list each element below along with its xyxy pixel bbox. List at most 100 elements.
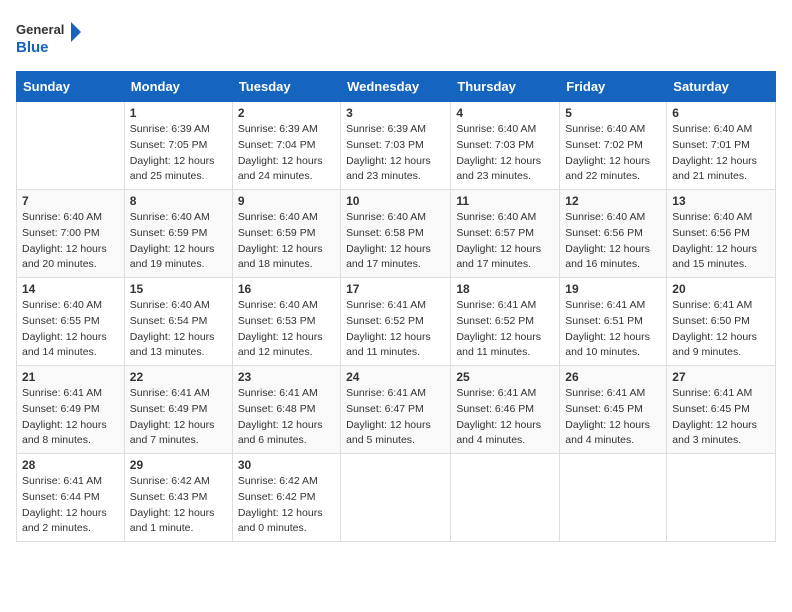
calendar-table: SundayMondayTuesdayWednesdayThursdayFrid… — [16, 71, 776, 542]
day-number: 11 — [456, 194, 554, 208]
day-detail: Sunrise: 6:41 AM Sunset: 6:45 PM Dayligh… — [565, 386, 661, 449]
day-detail: Sunrise: 6:40 AM Sunset: 7:00 PM Dayligh… — [22, 210, 119, 273]
day-number: 12 — [565, 194, 661, 208]
day-detail: Sunrise: 6:41 AM Sunset: 6:49 PM Dayligh… — [22, 386, 119, 449]
day-detail: Sunrise: 6:40 AM Sunset: 6:54 PM Dayligh… — [130, 298, 227, 361]
day-detail: Sunrise: 6:41 AM Sunset: 6:44 PM Dayligh… — [22, 474, 119, 537]
day-number: 19 — [565, 282, 661, 296]
day-detail: Sunrise: 6:41 AM Sunset: 6:48 PM Dayligh… — [238, 386, 335, 449]
logo-svg: General Blue — [16, 16, 86, 61]
day-number: 30 — [238, 458, 335, 472]
calendar-cell: 9 Sunrise: 6:40 AM Sunset: 6:59 PM Daylig… — [232, 190, 340, 278]
calendar-week-2: 7 Sunrise: 6:40 AM Sunset: 7:00 PM Daylig… — [17, 190, 776, 278]
day-number: 8 — [130, 194, 227, 208]
day-number: 7 — [22, 194, 119, 208]
day-number: 28 — [22, 458, 119, 472]
day-number: 13 — [672, 194, 770, 208]
day-number: 23 — [238, 370, 335, 384]
day-detail: Sunrise: 6:40 AM Sunset: 7:03 PM Dayligh… — [456, 122, 554, 185]
calendar-cell: 17 Sunrise: 6:41 AM Sunset: 6:52 PM Dayli… — [341, 278, 451, 366]
day-number: 24 — [346, 370, 445, 384]
day-number: 25 — [456, 370, 554, 384]
day-detail: Sunrise: 6:41 AM Sunset: 6:46 PM Dayligh… — [456, 386, 554, 449]
day-detail: Sunrise: 6:42 AM Sunset: 6:42 PM Dayligh… — [238, 474, 335, 537]
day-number: 17 — [346, 282, 445, 296]
day-number: 27 — [672, 370, 770, 384]
column-header-monday: Monday — [124, 72, 232, 102]
calendar-cell — [560, 454, 667, 542]
calendar-cell: 25 Sunrise: 6:41 AM Sunset: 6:46 PM Dayli… — [451, 366, 560, 454]
day-detail: Sunrise: 6:41 AM Sunset: 6:52 PM Dayligh… — [456, 298, 554, 361]
day-detail: Sunrise: 6:40 AM Sunset: 6:56 PM Dayligh… — [672, 210, 770, 273]
calendar-cell: 1 Sunrise: 6:39 AM Sunset: 7:05 PM Daylig… — [124, 102, 232, 190]
day-detail: Sunrise: 6:40 AM Sunset: 6:59 PM Dayligh… — [130, 210, 227, 273]
column-header-sunday: Sunday — [17, 72, 125, 102]
calendar-cell: 24 Sunrise: 6:41 AM Sunset: 6:47 PM Dayli… — [341, 366, 451, 454]
day-number: 5 — [565, 106, 661, 120]
svg-text:Blue: Blue — [16, 39, 49, 56]
day-detail: Sunrise: 6:40 AM Sunset: 6:55 PM Dayligh… — [22, 298, 119, 361]
calendar-cell — [667, 454, 776, 542]
column-header-wednesday: Wednesday — [341, 72, 451, 102]
calendar-week-4: 21 Sunrise: 6:41 AM Sunset: 6:49 PM Dayli… — [17, 366, 776, 454]
calendar-cell: 29 Sunrise: 6:42 AM Sunset: 6:43 PM Dayli… — [124, 454, 232, 542]
calendar-cell: 6 Sunrise: 6:40 AM Sunset: 7:01 PM Daylig… — [667, 102, 776, 190]
day-number: 9 — [238, 194, 335, 208]
calendar-cell: 26 Sunrise: 6:41 AM Sunset: 6:45 PM Dayli… — [560, 366, 667, 454]
column-header-saturday: Saturday — [667, 72, 776, 102]
calendar-cell — [17, 102, 125, 190]
calendar-cell: 3Sunrise: 6:39 AM Sunset: 7:03 PM Daylig… — [341, 102, 451, 190]
day-number: 22 — [130, 370, 227, 384]
day-detail: Sunrise: 6:40 AM Sunset: 6:56 PM Dayligh… — [565, 210, 661, 273]
day-detail: Sunrise: 6:41 AM Sunset: 6:50 PM Dayligh… — [672, 298, 770, 361]
calendar-week-5: 28 Sunrise: 6:41 AM Sunset: 6:44 PM Dayli… — [17, 454, 776, 542]
calendar-cell — [341, 454, 451, 542]
calendar-cell: 12 Sunrise: 6:40 AM Sunset: 6:56 PM Dayli… — [560, 190, 667, 278]
day-detail: Sunrise: 6:40 AM Sunset: 7:01 PM Dayligh… — [672, 122, 770, 185]
day-detail: Sunrise: 6:40 AM Sunset: 6:53 PM Dayligh… — [238, 298, 335, 361]
day-detail: Sunrise: 6:42 AM Sunset: 6:43 PM Dayligh… — [130, 474, 227, 537]
day-detail: Sunrise: 6:40 AM Sunset: 6:59 PM Dayligh… — [238, 210, 335, 273]
day-number: 18 — [456, 282, 554, 296]
calendar-cell: 7 Sunrise: 6:40 AM Sunset: 7:00 PM Daylig… — [17, 190, 125, 278]
day-detail: Sunrise: 6:41 AM Sunset: 6:51 PM Dayligh… — [565, 298, 661, 361]
header-row: SundayMondayTuesdayWednesdayThursdayFrid… — [17, 72, 776, 102]
calendar-cell: 2Sunrise: 6:39 AM Sunset: 7:04 PM Daylig… — [232, 102, 340, 190]
calendar-cell: 20 Sunrise: 6:41 AM Sunset: 6:50 PM Dayli… — [667, 278, 776, 366]
day-number: 2 — [238, 106, 335, 120]
day-number: 15 — [130, 282, 227, 296]
day-detail: Sunrise: 6:39 AM Sunset: 7:03 PM Dayligh… — [346, 122, 445, 185]
day-detail: Sunrise: 6:41 AM Sunset: 6:49 PM Dayligh… — [130, 386, 227, 449]
day-number: 6 — [672, 106, 770, 120]
calendar-cell: 22 Sunrise: 6:41 AM Sunset: 6:49 PM Dayli… — [124, 366, 232, 454]
calendar-cell: 14 Sunrise: 6:40 AM Sunset: 6:55 PM Dayli… — [17, 278, 125, 366]
day-detail: Sunrise: 6:41 AM Sunset: 6:52 PM Dayligh… — [346, 298, 445, 361]
calendar-cell: 28 Sunrise: 6:41 AM Sunset: 6:44 PM Dayli… — [17, 454, 125, 542]
calendar-cell: 13 Sunrise: 6:40 AM Sunset: 6:56 PM Dayli… — [667, 190, 776, 278]
calendar-cell: 16 Sunrise: 6:40 AM Sunset: 6:53 PM Dayli… — [232, 278, 340, 366]
day-number: 1 — [130, 106, 227, 120]
day-detail: Sunrise: 6:41 AM Sunset: 6:47 PM Dayligh… — [346, 386, 445, 449]
calendar-cell — [451, 454, 560, 542]
calendar-cell: 23 Sunrise: 6:41 AM Sunset: 6:48 PM Dayli… — [232, 366, 340, 454]
calendar-cell: 18 Sunrise: 6:41 AM Sunset: 6:52 PM Dayli… — [451, 278, 560, 366]
calendar-cell: 11Sunrise: 6:40 AM Sunset: 6:57 PM Dayli… — [451, 190, 560, 278]
page-header: General Blue — [16, 16, 776, 61]
day-detail: Sunrise: 6:40 AM Sunset: 6:58 PM Dayligh… — [346, 210, 445, 273]
day-number: 26 — [565, 370, 661, 384]
day-number: 16 — [238, 282, 335, 296]
day-number: 20 — [672, 282, 770, 296]
calendar-cell: 15 Sunrise: 6:40 AM Sunset: 6:54 PM Dayli… — [124, 278, 232, 366]
column-header-tuesday: Tuesday — [232, 72, 340, 102]
calendar-week-3: 14 Sunrise: 6:40 AM Sunset: 6:55 PM Dayli… — [17, 278, 776, 366]
day-number: 14 — [22, 282, 119, 296]
day-number: 29 — [130, 458, 227, 472]
day-detail: Sunrise: 6:39 AM Sunset: 7:05 PM Dayligh… — [130, 122, 227, 185]
column-header-friday: Friday — [560, 72, 667, 102]
calendar-cell: 19 Sunrise: 6:41 AM Sunset: 6:51 PM Dayli… — [560, 278, 667, 366]
calendar-cell: 4Sunrise: 6:40 AM Sunset: 7:03 PM Daylig… — [451, 102, 560, 190]
svg-text:General: General — [16, 22, 64, 37]
calendar-week-1: 1 Sunrise: 6:39 AM Sunset: 7:05 PM Daylig… — [17, 102, 776, 190]
day-number: 21 — [22, 370, 119, 384]
calendar-cell: 30 Sunrise: 6:42 AM Sunset: 6:42 PM Dayli… — [232, 454, 340, 542]
